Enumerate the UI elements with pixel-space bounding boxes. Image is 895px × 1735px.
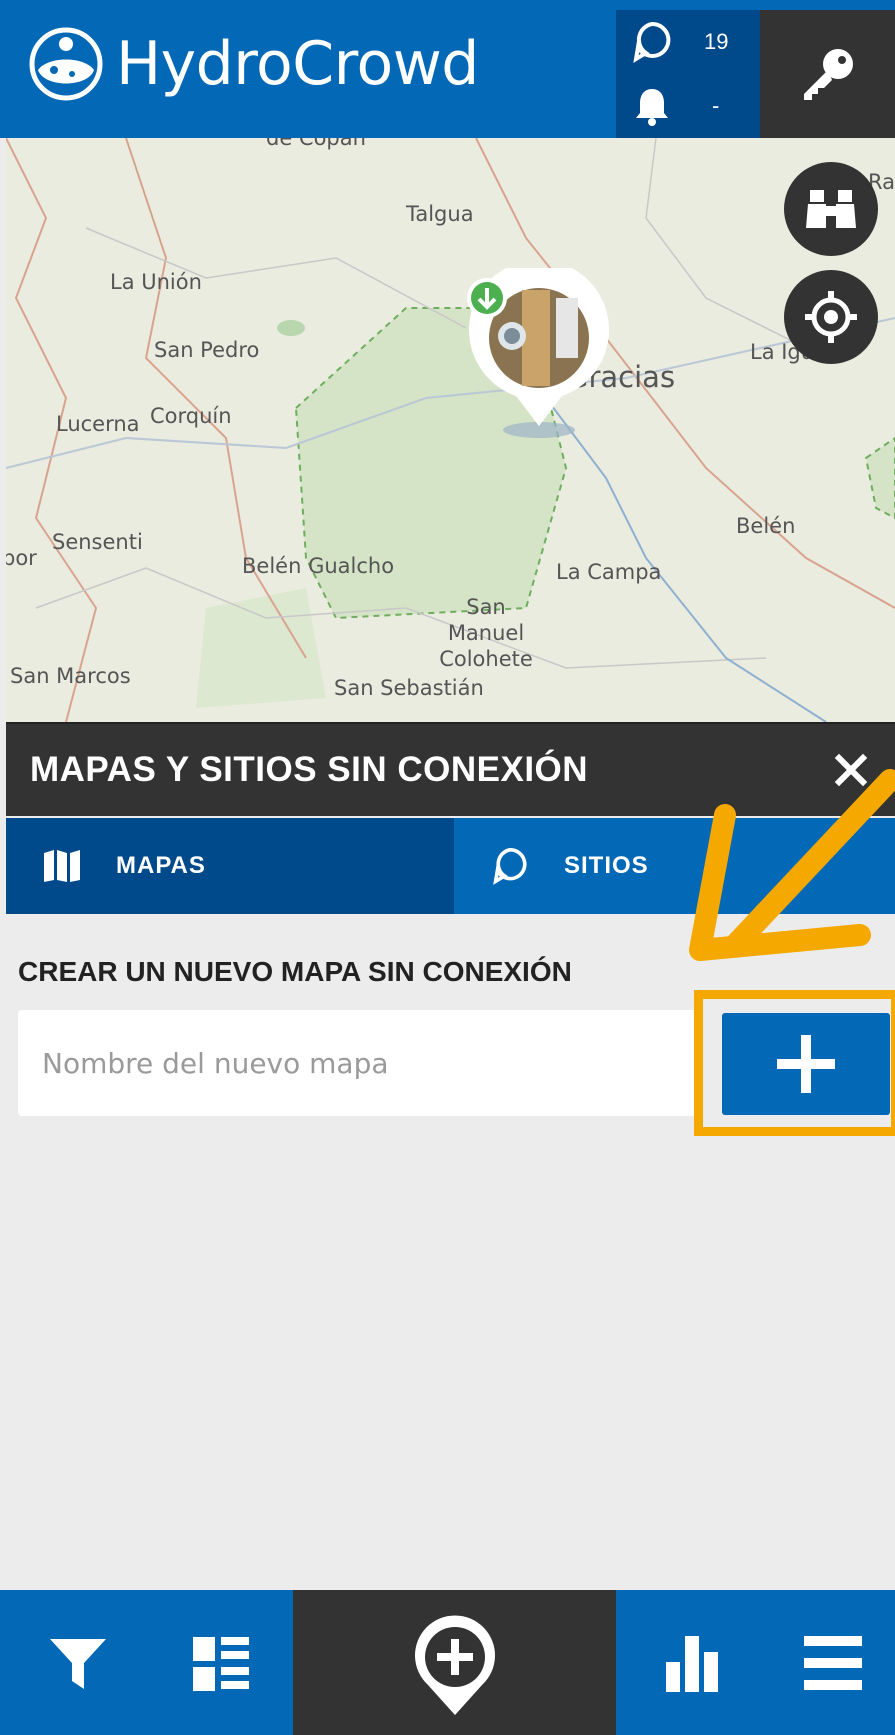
map-icon bbox=[44, 850, 80, 882]
map-label: de Copán bbox=[266, 138, 366, 150]
filter-icon bbox=[50, 1639, 106, 1689]
bottom-center-group bbox=[293, 1590, 616, 1735]
app-logo[interactable]: HydroCrowd bbox=[28, 26, 479, 102]
binoculars-icon bbox=[806, 190, 856, 228]
map-view[interactable]: de Copán Talgua La Unión San Pedro Lucer… bbox=[6, 138, 895, 722]
add-site-icon bbox=[415, 1615, 495, 1715]
new-map-name-input[interactable] bbox=[18, 1010, 698, 1116]
highlight-frame bbox=[694, 990, 895, 1136]
bottom-right-group bbox=[616, 1590, 895, 1735]
site-marker-icon bbox=[633, 21, 671, 63]
app-header: HydroCrowd 19 - bbox=[0, 0, 895, 138]
map-label: San Pedro bbox=[154, 338, 260, 362]
statistics-button[interactable] bbox=[660, 1630, 724, 1696]
notifications-count: - bbox=[712, 93, 720, 118]
add-site-button[interactable] bbox=[407, 1610, 503, 1720]
tab-maps-label: MAPAS bbox=[116, 852, 206, 879]
locate-button[interactable] bbox=[784, 270, 878, 364]
crosshair-icon bbox=[805, 291, 857, 343]
bottom-toolbar bbox=[0, 1590, 895, 1735]
map-label: San Manuel Colohete bbox=[439, 595, 533, 671]
explore-button[interactable] bbox=[784, 162, 878, 256]
filter-button[interactable] bbox=[40, 1628, 116, 1698]
bar-chart-icon bbox=[666, 1636, 718, 1692]
bell-icon bbox=[636, 89, 668, 126]
map-label: La Unión bbox=[110, 270, 202, 294]
notifications-stat[interactable]: - bbox=[616, 74, 760, 138]
hydrocrowd-logo-icon bbox=[29, 27, 103, 101]
panel-title: MAPAS Y SITIOS SIN CONEXIÓN bbox=[30, 750, 589, 789]
map-label: Corquín bbox=[150, 404, 232, 428]
tab-sites-label: SITIOS bbox=[564, 852, 649, 879]
map-label: Belén bbox=[736, 514, 796, 538]
sites-count: 19 bbox=[704, 29, 729, 54]
map-label: La Campa bbox=[556, 560, 662, 584]
site-marker-icon bbox=[493, 847, 527, 885]
sites-stat[interactable]: 19 bbox=[616, 10, 760, 74]
map-label: San Sebastián bbox=[334, 676, 484, 700]
key-icon bbox=[803, 49, 853, 100]
bottom-left-group bbox=[0, 1590, 293, 1735]
map-label: bor bbox=[6, 546, 37, 570]
arrow-annotation-icon bbox=[689, 769, 895, 961]
header-stats[interactable]: 19 - bbox=[616, 10, 760, 138]
list-icon bbox=[193, 1637, 249, 1691]
menu-icon bbox=[804, 1636, 862, 1690]
site-marker[interactable] bbox=[464, 268, 614, 448]
login-button[interactable] bbox=[760, 10, 895, 138]
list-view-button[interactable] bbox=[186, 1628, 256, 1698]
tab-maps[interactable]: MAPAS bbox=[6, 818, 454, 914]
map-label: Sensenti bbox=[52, 530, 143, 554]
create-map-title: CREAR UN NUEVO MAPA SIN CONEXIÓN bbox=[18, 956, 572, 987]
menu-button[interactable] bbox=[798, 1630, 868, 1696]
app-title: HydroCrowd bbox=[116, 29, 479, 99]
map-label: San Marcos bbox=[10, 664, 131, 688]
map-label: Belén Gualcho bbox=[242, 554, 395, 578]
map-label: Lucerna bbox=[56, 412, 140, 436]
map-label: Talgua bbox=[406, 202, 474, 226]
